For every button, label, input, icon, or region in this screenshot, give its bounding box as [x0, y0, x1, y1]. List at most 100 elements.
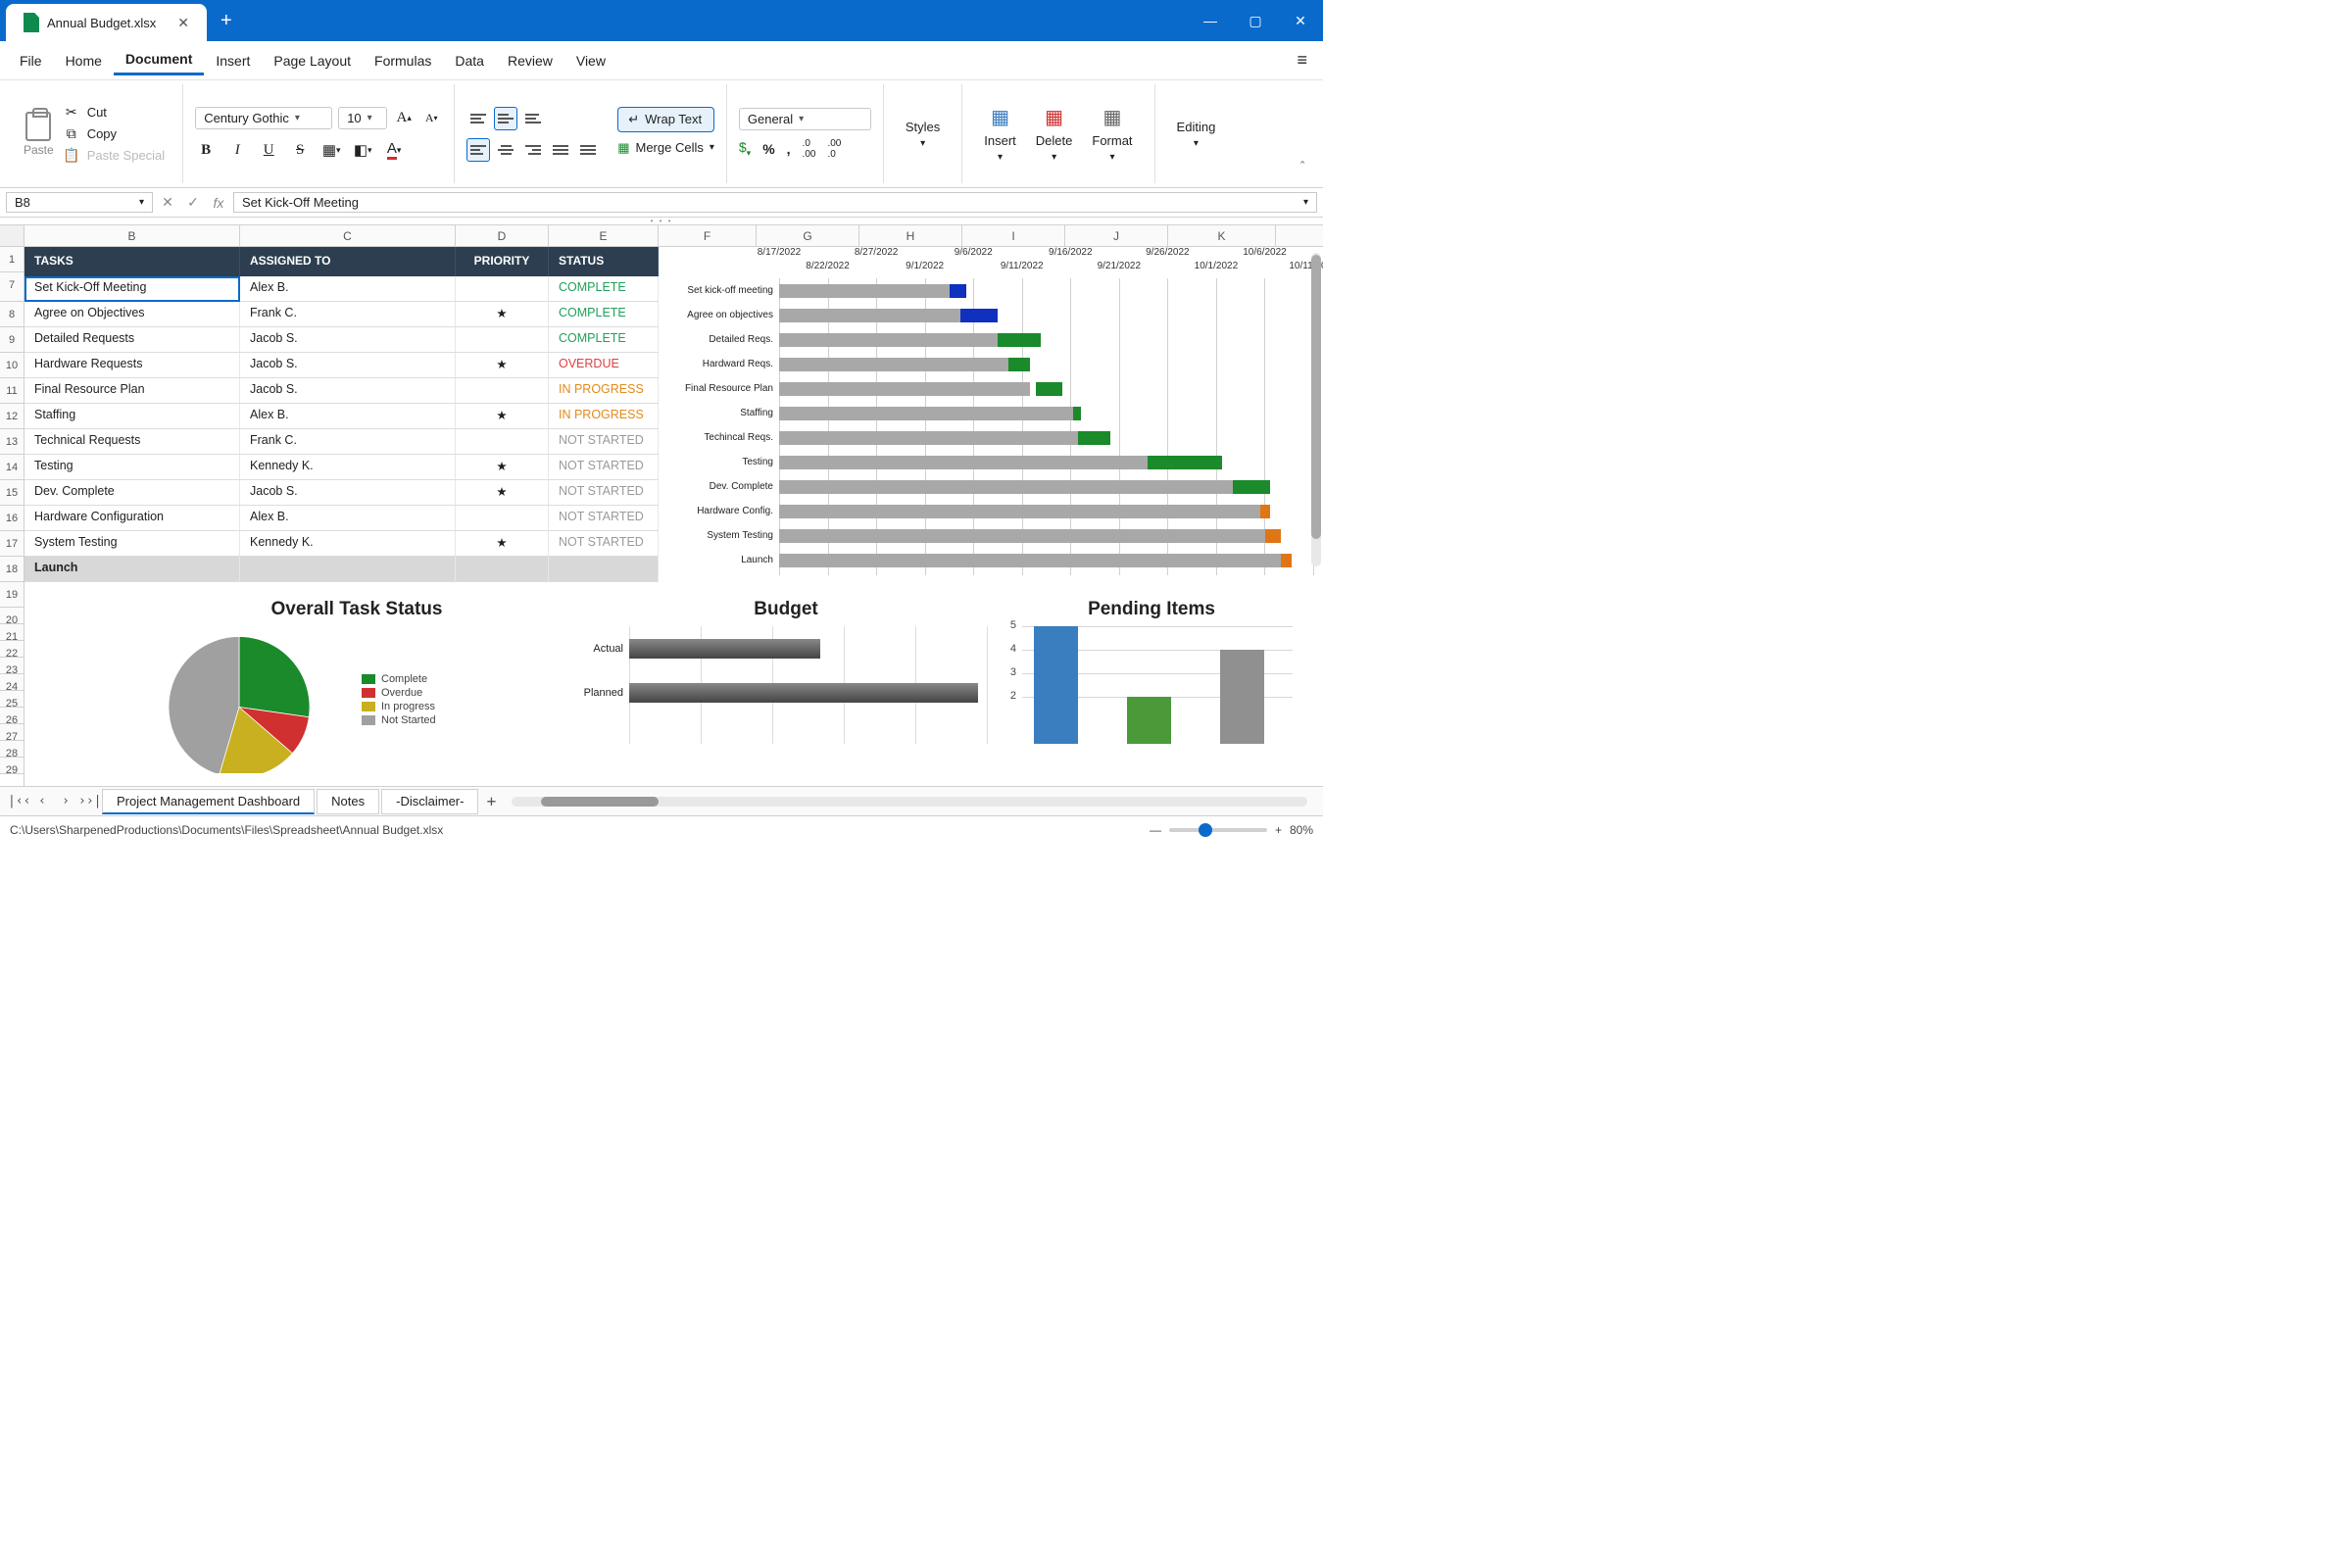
increase-decimal-button[interactable]: .0.00 — [803, 138, 816, 160]
row-header-9[interactable]: 9 — [0, 327, 24, 353]
menu-data[interactable]: Data — [443, 47, 496, 74]
row-header-13[interactable]: 13 — [0, 429, 24, 455]
editing-button[interactable]: Editing▾ — [1167, 116, 1226, 153]
formula-input[interactable]: Set Kick-Off Meeting▾ — [233, 192, 1317, 213]
name-box[interactable]: B8▾ — [6, 192, 153, 213]
horizontal-scrollbar[interactable] — [512, 797, 1307, 807]
align-top-button[interactable] — [466, 107, 490, 130]
next-sheet-button[interactable]: › — [55, 794, 76, 808]
align-middle-button[interactable] — [494, 107, 517, 130]
decrease-decimal-button[interactable]: .00.0 — [827, 138, 841, 160]
table-row[interactable]: Detailed RequestsJacob S.COMPLETE — [24, 327, 659, 353]
launch-row[interactable]: Launch — [24, 557, 659, 582]
document-tab[interactable]: Annual Budget.xlsx ✕ — [6, 4, 207, 41]
row-header-14[interactable]: 14 — [0, 455, 24, 480]
row-header-19[interactable]: 19 — [0, 582, 24, 608]
zoom-out-button[interactable]: — — [1150, 823, 1161, 837]
row-header-23[interactable]: 23 — [0, 658, 24, 674]
align-left-button[interactable] — [466, 138, 490, 162]
col-header-H[interactable]: H — [859, 225, 962, 246]
row-header-29[interactable]: 29 — [0, 758, 24, 774]
vertical-scrollbar[interactable] — [1311, 253, 1321, 566]
menu-view[interactable]: View — [564, 47, 617, 74]
font-color-button[interactable]: A▾ — [383, 139, 405, 161]
table-row[interactable]: Final Resource PlanJacob S.IN PROGRESS — [24, 378, 659, 404]
row-header-24[interactable]: 24 — [0, 674, 24, 691]
first-sheet-button[interactable]: |‹‹ — [8, 794, 29, 808]
sheet-tab[interactable]: Project Management Dashboard — [102, 789, 315, 814]
table-row[interactable]: Technical RequestsFrank C.NOT STARTED — [24, 429, 659, 455]
wrap-text-button[interactable]: ↵Wrap Text — [617, 107, 714, 132]
align-right-button[interactable] — [521, 138, 545, 162]
col-header-K[interactable]: K — [1168, 225, 1276, 246]
sheet-tab[interactable]: Notes — [317, 789, 379, 814]
table-row[interactable]: Set Kick-Off MeetingAlex B.COMPLETE — [24, 276, 659, 302]
last-sheet-button[interactable]: ››| — [78, 794, 100, 808]
copy-button[interactable]: ⧉Copy — [64, 126, 166, 142]
row-header-16[interactable]: 16 — [0, 506, 24, 531]
borders-button[interactable]: ▦▾ — [320, 139, 342, 161]
select-all-corner[interactable] — [0, 225, 24, 247]
styles-button[interactable]: Styles▾ — [896, 116, 950, 153]
merge-cells-button[interactable]: ▦Merge Cells▾ — [617, 140, 714, 156]
menu-insert[interactable]: Insert — [204, 47, 262, 74]
fill-color-button[interactable]: ◧▾ — [352, 139, 373, 161]
insert-cells-button[interactable]: ▦Insert▾ — [974, 101, 1026, 167]
comma-style-button[interactable]: , — [787, 141, 791, 157]
fx-button[interactable]: fx — [208, 195, 229, 211]
menu-file[interactable]: File — [8, 47, 54, 74]
maximize-button[interactable]: ▢ — [1233, 0, 1278, 41]
font-size-select[interactable]: 10▾ — [338, 107, 387, 129]
col-header-I[interactable]: I — [962, 225, 1065, 246]
table-row[interactable]: StaffingAlex B.★IN PROGRESS — [24, 404, 659, 429]
collapse-ribbon-button[interactable]: ＾ — [1296, 160, 1309, 179]
row-header-11[interactable]: 11 — [0, 378, 24, 404]
table-row[interactable]: Hardware RequestsJacob S.★OVERDUE — [24, 353, 659, 378]
table-row[interactable]: Agree on ObjectivesFrank C.★COMPLETE — [24, 302, 659, 327]
menu-review[interactable]: Review — [496, 47, 564, 74]
formula-bar-resize[interactable]: • • • — [0, 218, 1323, 225]
delete-cells-button[interactable]: ▦Delete▾ — [1026, 101, 1083, 167]
row-header-8[interactable]: 8 — [0, 302, 24, 327]
row-header-20[interactable]: 20 — [0, 608, 24, 624]
align-center-button[interactable] — [494, 138, 517, 162]
menu-document[interactable]: Document — [114, 45, 204, 75]
table-row[interactable]: Hardware ConfigurationAlex B.NOT STARTED — [24, 506, 659, 531]
underline-button[interactable]: U — [258, 139, 279, 161]
table-row[interactable]: System TestingKennedy K.★NOT STARTED — [24, 531, 659, 557]
decrease-indent-button[interactable] — [549, 138, 572, 162]
row-header-22[interactable]: 22 — [0, 641, 24, 658]
close-tab-icon[interactable]: ✕ — [177, 15, 189, 31]
row-header-7[interactable]: 7 — [0, 272, 24, 302]
menu-page-layout[interactable]: Page Layout — [262, 47, 363, 74]
accept-edit-button[interactable]: ✓ — [182, 194, 204, 211]
col-header-G[interactable]: G — [757, 225, 859, 246]
table-row[interactable]: Dev. CompleteJacob S.★NOT STARTED — [24, 480, 659, 506]
add-sheet-button[interactable]: + — [480, 792, 502, 810]
italic-button[interactable]: I — [226, 139, 248, 161]
row-header-28[interactable]: 28 — [0, 741, 24, 758]
row-header-21[interactable]: 21 — [0, 624, 24, 641]
decrease-font-button[interactable]: A▾ — [420, 108, 442, 129]
currency-button[interactable]: $▾ — [739, 139, 751, 159]
menu-formulas[interactable]: Formulas — [363, 47, 443, 74]
row-header-26[interactable]: 26 — [0, 708, 24, 724]
col-header-J[interactable]: J — [1065, 225, 1168, 246]
row-header-15[interactable]: 15 — [0, 480, 24, 506]
col-header-F[interactable]: F — [659, 225, 757, 246]
row-header-25[interactable]: 25 — [0, 691, 24, 708]
number-format-select[interactable]: General▾ — [739, 108, 871, 130]
strikethrough-button[interactable]: S — [289, 139, 311, 161]
cancel-edit-button[interactable]: ✕ — [157, 194, 178, 211]
zoom-in-button[interactable]: + — [1275, 823, 1282, 837]
percent-button[interactable]: % — [762, 141, 774, 157]
row-header-17[interactable]: 17 — [0, 531, 24, 557]
row-header-12[interactable]: 12 — [0, 404, 24, 429]
increase-font-button[interactable]: A▴ — [393, 108, 415, 129]
increase-indent-button[interactable] — [576, 138, 600, 162]
new-tab-button[interactable]: + — [207, 10, 246, 32]
prev-sheet-button[interactable]: ‹ — [31, 794, 53, 808]
paste-button[interactable]: Paste — [20, 108, 58, 161]
cut-button[interactable]: ✂Cut — [64, 105, 166, 121]
minimize-button[interactable]: — — [1188, 0, 1233, 41]
